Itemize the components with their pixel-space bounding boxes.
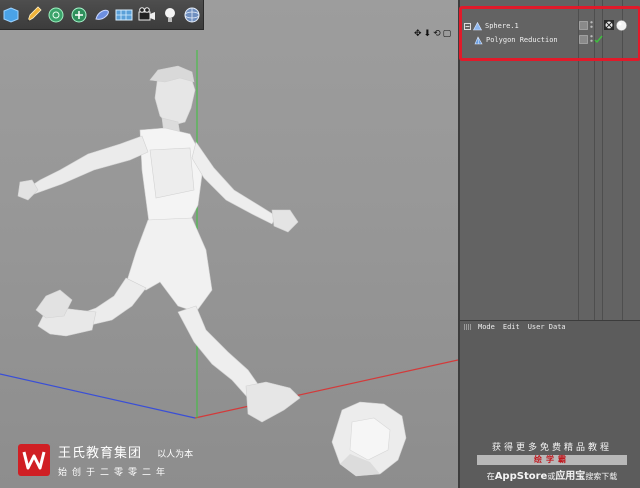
cube-add-icon[interactable] <box>0 2 22 28</box>
highlight-box <box>459 6 640 61</box>
attribute-menu: Mode Edit User Data <box>478 323 566 331</box>
array-icon[interactable] <box>68 2 90 28</box>
brand-logo <box>18 444 50 476</box>
toolbar <box>0 0 204 30</box>
scene-render <box>0 50 458 477</box>
soccer-ball-model <box>331 401 407 477</box>
sphere-material-icon[interactable] <box>181 2 203 28</box>
brand-founded: 始创于二零零二年 <box>58 468 171 478</box>
right-panel: Sphere.1 Polygon Reduction Mode Edit Use… <box>458 0 640 488</box>
light-icon[interactable] <box>159 2 181 28</box>
deformer-icon[interactable] <box>91 2 113 28</box>
subdivision-icon[interactable] <box>45 2 67 28</box>
promo-download: 在AppStore或应用宝搜索下载 <box>486 471 618 482</box>
watermark-left: 王氏教育集团 以人为本 始创于二零零二年 <box>18 440 193 480</box>
floor-icon[interactable] <box>113 2 135 28</box>
watermark-right: 获得更多免费精品教程 绘学霸 在AppStore或应用宝搜索下载 <box>472 440 632 482</box>
promo-app-name: 绘学霸 <box>477 455 627 465</box>
menu-edit[interactable]: Edit <box>503 323 520 331</box>
brand-slogan: 以人为本 <box>157 450 194 460</box>
camera-icon[interactable] <box>136 2 158 28</box>
pen-icon[interactable] <box>23 2 45 28</box>
soccer-player-model <box>17 65 301 423</box>
menu-user-data[interactable]: User Data <box>528 323 566 331</box>
promo-line: 获得更多免费精品教程 <box>491 443 612 453</box>
panel-grip-icon[interactable] <box>464 324 472 330</box>
object-manager[interactable]: Sphere.1 Polygon Reduction <box>459 0 640 320</box>
z-axis-line <box>0 373 196 419</box>
3d-viewport[interactable]: ✥ ⬇ ⟲ ▢ 王氏教育集团 以人为本 始创于二零零二年 <box>0 0 458 488</box>
brand-name: 王氏教育集团 <box>58 446 143 461</box>
menu-mode[interactable]: Mode <box>478 323 495 331</box>
